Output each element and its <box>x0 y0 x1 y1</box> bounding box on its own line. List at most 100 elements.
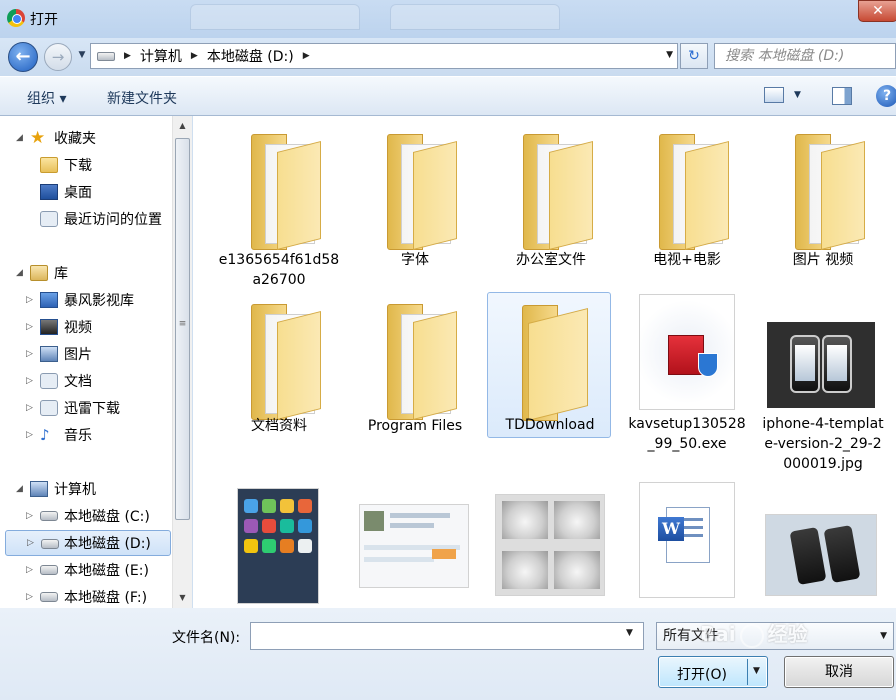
back-button[interactable]: ← <box>8 42 38 72</box>
collapse-triangle-icon[interactable]: ◢ <box>16 133 23 143</box>
file-item-e1365654f61d58a26700[interactable]: e1365654f61d58a26700 <box>217 122 341 288</box>
video-library-icon <box>40 319 58 335</box>
open-button[interactable]: 打开(O) ▼ <box>658 656 768 688</box>
chevron-right-icon[interactable]: ▶ <box>124 51 131 61</box>
sidebar-item-video[interactable]: ▷ 视频 <box>0 314 172 340</box>
file-item-program-files[interactable]: Program Files <box>353 292 477 452</box>
file-name: TDDownload <box>505 417 595 433</box>
recent-pages-dropdown-icon[interactable]: ▼ <box>76 50 88 62</box>
change-view-icon[interactable] <box>764 87 784 103</box>
address-bar[interactable]: ▶ 计算机 ▶ 本地磁盘 (D:) ▶ ▼ <box>90 43 678 69</box>
view-options-dropdown-icon[interactable]: ▼ <box>794 90 801 100</box>
file-item-kavsetup-exe[interactable]: kavsetup130528_99_50.exe <box>625 292 749 452</box>
file-item-web-screenshot[interactable] <box>353 482 477 608</box>
sidebar-item-desktop[interactable]: 桌面 <box>0 179 172 205</box>
title-bar: 打开 ✕ <box>0 0 896 38</box>
installer-icon <box>639 294 735 410</box>
preview-pane-icon[interactable] <box>832 87 852 105</box>
sidebar-scrollbar[interactable]: ▲ ≡ ▼ <box>172 116 192 608</box>
watermark-text-jingyan: 经验 <box>767 622 808 646</box>
sidebar-item-drive-d[interactable]: ▷ 本地磁盘 (D:) <box>5 530 171 556</box>
computer-icon <box>30 481 48 497</box>
chevron-right-icon[interactable]: ▶ <box>303 51 310 61</box>
folder-icon <box>522 305 594 421</box>
file-item-ios-screenshot[interactable] <box>217 482 341 608</box>
sidebar-item-pictures[interactable]: ▷ 图片 <box>0 341 172 367</box>
file-item-pictures-videos[interactable]: 图片 视频 <box>761 122 885 282</box>
file-item-office-files[interactable]: 办公室文件 <box>489 122 613 282</box>
address-dropdown-icon[interactable]: ▼ <box>666 50 673 60</box>
close-button[interactable]: ✕ <box>858 0 896 22</box>
expand-triangle-icon[interactable]: ▷ <box>26 592 33 602</box>
cancel-button[interactable]: 取消 <box>784 656 894 688</box>
chrome-icon <box>7 9 25 27</box>
folder-icon <box>795 134 867 250</box>
expand-triangle-icon[interactable]: ▷ <box>26 295 33 305</box>
sidebar-item-thunder[interactable]: ▷ 迅雷下载 <box>0 395 172 421</box>
sidebar-item-label: 本地磁盘 (F:) <box>64 590 148 606</box>
file-item-tddownload[interactable]: TDDownload <box>487 292 611 438</box>
refresh-button[interactable]: ↻ <box>680 43 708 69</box>
folder-icon <box>523 134 595 250</box>
file-item-documents[interactable]: 文档资料 <box>217 292 341 452</box>
drive-e-icon <box>40 565 58 575</box>
new-folder-button[interactable]: 新建文件夹 <box>107 88 177 108</box>
sidebar-item-drive-c[interactable]: ▷ 本地磁盘 (C:) <box>0 503 172 529</box>
file-name: 办公室文件 <box>516 252 586 268</box>
file-item-tv-movies[interactable]: 电视+电影 <box>625 122 749 282</box>
breadcrumb-drive-d[interactable]: 本地磁盘 (D:) <box>207 46 294 66</box>
file-item-word-doc[interactable]: W <box>625 482 749 608</box>
drive-c-icon <box>40 511 58 521</box>
expand-triangle-icon[interactable]: ▷ <box>26 349 33 359</box>
folder-icon <box>387 304 459 420</box>
image-thumbnail <box>359 504 469 588</box>
scroll-up-icon[interactable]: ▲ <box>173 118 192 134</box>
sidebar-item-downloads[interactable]: 下载 <box>0 152 172 178</box>
expand-triangle-icon[interactable]: ▷ <box>26 376 33 386</box>
sidebar-item-label: 本地磁盘 (C:) <box>64 509 150 525</box>
file-item-hands-photo[interactable] <box>489 482 613 608</box>
collapse-triangle-icon[interactable]: ◢ <box>16 484 23 494</box>
expand-triangle-icon[interactable]: ▷ <box>26 565 33 575</box>
sidebar-item-media-library[interactable]: ▷ 暴风影视库 <box>0 287 172 313</box>
sidebar-computer[interactable]: ◢ 计算机 <box>0 476 172 502</box>
chevron-right-icon[interactable]: ▶ <box>191 51 198 61</box>
organize-button[interactable]: 组织 ▾ <box>27 88 66 108</box>
sidebar-item-recent[interactable]: 最近访问的位置 <box>0 206 172 232</box>
sidebar-item-drive-e[interactable]: ▷ 本地磁盘 (E:) <box>0 557 172 583</box>
expand-triangle-icon[interactable]: ▷ <box>26 403 33 413</box>
filename-input[interactable] <box>250 622 644 650</box>
breadcrumb-computer[interactable]: 计算机 <box>140 46 182 66</box>
filename-history-dropdown-icon[interactable]: ▼ <box>626 628 633 638</box>
sidebar-item-music[interactable]: ▷ ♪ 音乐 <box>0 422 172 448</box>
forward-button[interactable]: → <box>44 43 72 71</box>
help-button[interactable]: ? <box>876 85 896 107</box>
image-thumbnail <box>765 514 877 596</box>
file-list: e1365654f61d58a26700 体 字体 办公室文件 电视+电影 图片… <box>193 116 896 608</box>
sidebar-item-label: 桌面 <box>64 185 92 201</box>
sidebar-item-label: 音乐 <box>64 428 92 444</box>
scroll-down-icon[interactable]: ▼ <box>173 590 192 606</box>
file-item-fonts[interactable]: 体 字体 <box>353 122 477 282</box>
file-item-iphone-jpg[interactable]: iphone-4-template-version-2_29-2000019.j… <box>761 292 885 472</box>
watermark-text-bai: Bai <box>700 622 736 646</box>
sidebar-item-documents[interactable]: ▷ 文档 <box>0 368 172 394</box>
folder-icon <box>659 134 731 250</box>
expand-triangle-icon[interactable]: ▷ <box>26 322 33 332</box>
expand-triangle-icon[interactable]: ▷ <box>26 430 33 440</box>
command-toolbar: 组织 ▾ 新建文件夹 ▼ ? <box>0 76 896 116</box>
folder-icon: 体 <box>387 134 459 250</box>
file-name: Program Files <box>367 418 463 434</box>
sidebar-favorites[interactable]: ◢ ★ 收藏夹 <box>0 125 172 151</box>
scrollbar-thumb[interactable]: ≡ <box>175 138 190 520</box>
expand-triangle-icon[interactable]: ▷ <box>27 538 34 548</box>
expand-triangle-icon[interactable]: ▷ <box>26 511 33 521</box>
sidebar-libraries[interactable]: ◢ 库 <box>0 260 172 286</box>
sidebar-item-drive-f[interactable]: ▷ 本地磁盘 (F:) <box>0 584 172 608</box>
file-item-phone-repair-photo[interactable] <box>761 482 885 608</box>
word-document-icon: W <box>639 482 735 598</box>
search-input[interactable] <box>714 43 896 69</box>
sidebar-item-label: 本地磁盘 (E:) <box>64 563 149 579</box>
open-options-dropdown-icon[interactable]: ▼ <box>753 666 760 676</box>
collapse-triangle-icon[interactable]: ◢ <box>16 268 23 278</box>
